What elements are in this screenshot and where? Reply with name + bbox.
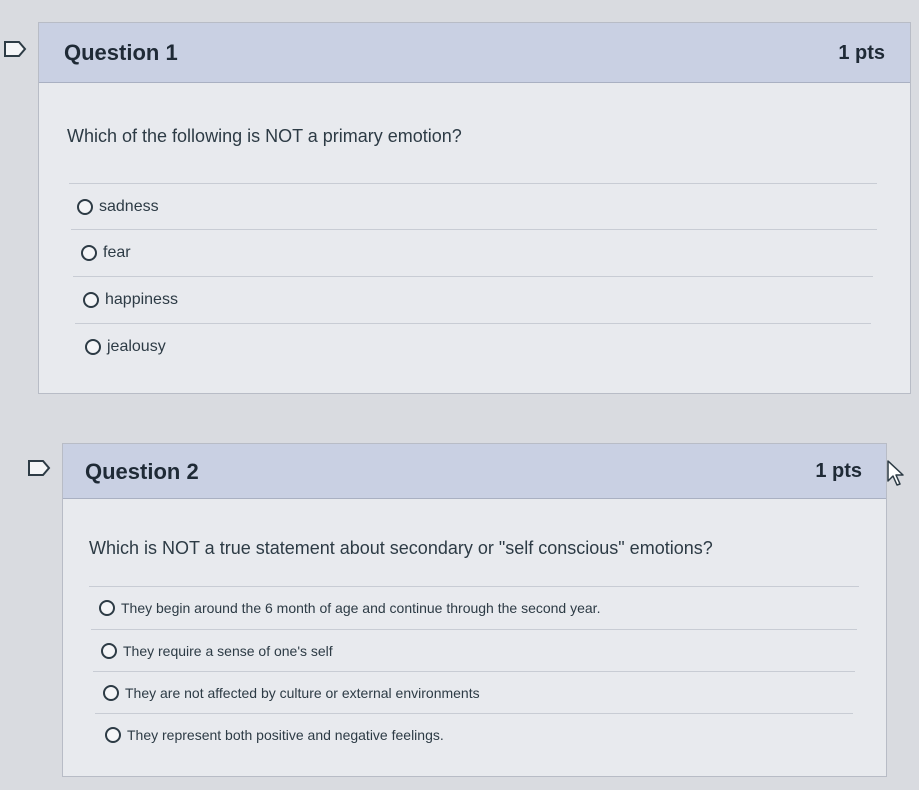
answer-option[interactable]: sadness (69, 183, 877, 229)
radio-button[interactable] (77, 198, 93, 215)
question-points: 1 pts (815, 460, 862, 482)
flag-question-icon[interactable] (3, 40, 27, 57)
radio-button[interactable] (99, 600, 115, 616)
question-card: Question 1 1 pts Which of the following … (38, 22, 911, 394)
answer-label: happiness (105, 291, 178, 308)
answer-label: sadness (99, 197, 159, 215)
answer-option[interactable]: They require a sense of one's self (91, 629, 857, 671)
answer-label: They begin around the 6 month of age and… (121, 600, 601, 616)
answer-label: They represent both positive and negativ… (127, 726, 444, 743)
question-header: Question 1 1 pts (39, 23, 910, 83)
answer-label: jealousy (107, 338, 166, 355)
radio-button[interactable] (101, 642, 117, 659)
mouse-pointer-icon (886, 459, 906, 492)
question-points: 1 pts (838, 42, 885, 64)
radio-button[interactable] (83, 292, 99, 308)
answer-option[interactable]: They represent both positive and negativ… (95, 713, 853, 755)
question-card: Question 2 1 pts Which is NOT a true sta… (62, 443, 887, 777)
question-title: Question 1 (64, 40, 178, 65)
question-title: Question 2 (85, 459, 199, 484)
answer-label: They require a sense of one's self (123, 642, 333, 659)
answer-option[interactable]: fear (71, 229, 877, 276)
answer-option[interactable]: They are not affected by culture or exte… (93, 671, 855, 713)
question-prompt: Which of the following is NOT a primary … (67, 126, 462, 146)
answer-label: They are not affected by culture or exte… (125, 684, 480, 701)
question-prompt: Which is NOT a true statement about seco… (89, 538, 713, 558)
radio-button[interactable] (85, 339, 101, 355)
radio-button[interactable] (81, 245, 97, 261)
answer-option[interactable]: They begin around the 6 month of age and… (89, 586, 859, 629)
radio-button[interactable] (105, 726, 121, 743)
answer-label: fear (103, 244, 131, 261)
answer-option[interactable]: jealousy (75, 323, 871, 370)
question-header: Question 2 1 pts (63, 444, 886, 499)
radio-button[interactable] (103, 684, 119, 701)
answer-option[interactable]: happiness (73, 276, 873, 323)
flag-question-icon[interactable] (27, 459, 51, 476)
